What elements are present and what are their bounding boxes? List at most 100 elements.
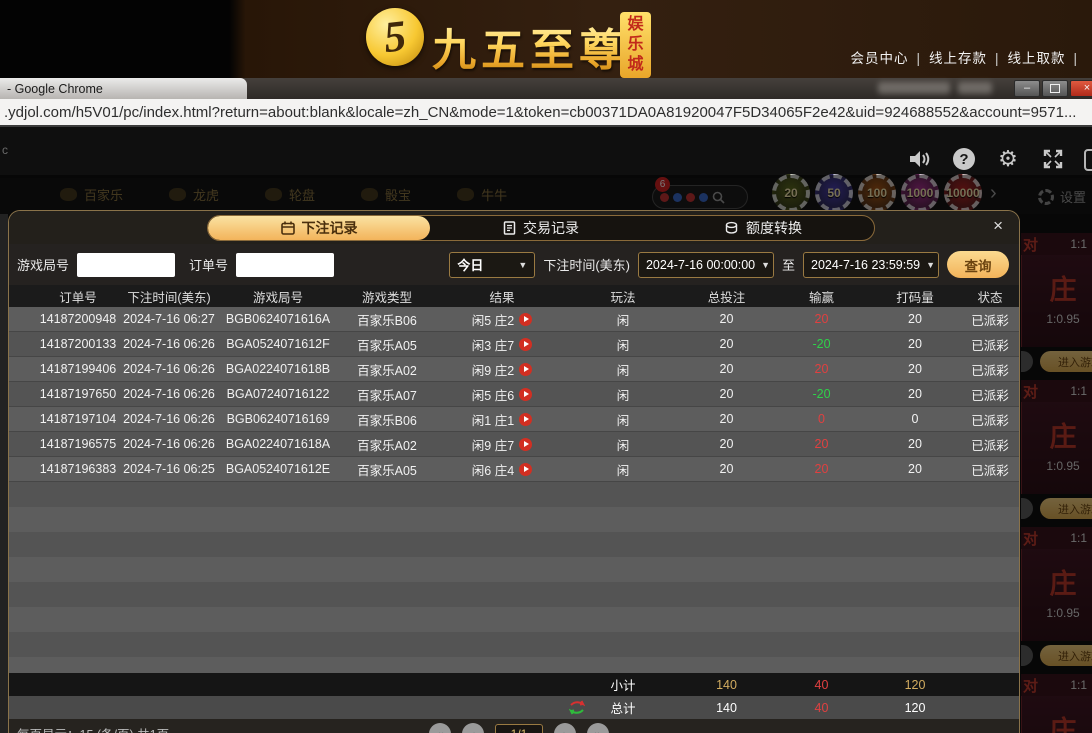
cell-play: 闲	[567, 360, 679, 379]
close-icon[interactable]: ×	[993, 217, 1003, 234]
col-game-type: 游戏类型	[337, 287, 437, 306]
range-selected-value: 今日	[457, 255, 483, 274]
link-member-center[interactable]: 会员中心	[850, 51, 908, 66]
cell-status: 已派彩	[961, 385, 1019, 404]
replay-icon[interactable]	[519, 313, 532, 326]
table-row[interactable]: 14187200948 2024-7-16 06:27 BGB062407161…	[9, 307, 1019, 332]
table-row[interactable]: 14187196383 2024-7-16 06:25 BGA052407161…	[9, 457, 1019, 482]
cell-win: 20	[774, 437, 869, 451]
replay-icon[interactable]	[519, 338, 532, 351]
cell-round: BGB06240716169	[219, 412, 337, 426]
to-label: 至	[782, 255, 795, 274]
total-bet: 140	[679, 701, 774, 715]
gear-icon[interactable]: ⚙	[996, 147, 1020, 171]
cell-time: 2024-7-16 06:26	[119, 337, 219, 351]
time-to-select[interactable]: 2024-7-16 23:59:59 ▼	[803, 252, 939, 278]
link-separator: |	[1073, 51, 1078, 66]
link-separator: |	[995, 51, 1000, 66]
address-bar[interactable]: .ydjol.com/h5V01/pc/index.html?return=ab…	[0, 99, 1092, 127]
speaker-icon[interactable]	[908, 147, 932, 171]
per-page-text: 每页显示：15 (条/页) 共1页	[17, 724, 169, 733]
cell-play: 闲	[567, 385, 679, 404]
refresh-swap-icon[interactable]	[569, 700, 585, 715]
replay-icon[interactable]	[519, 463, 532, 476]
cut-off-text: c	[2, 143, 8, 157]
page-indicator: 1/1	[495, 724, 543, 733]
time-to-value: 2024-7-16 23:59:59	[811, 258, 920, 272]
maximize-button[interactable]	[1042, 80, 1068, 97]
window-title: - Google Chrome	[0, 78, 247, 99]
fullscreen-icon[interactable]	[1041, 147, 1065, 171]
first-page-button[interactable]: «	[429, 723, 451, 733]
filter-row: 游戏局号 订单号 今日 ▼ 下注时间(美东) 2024-7-16 00:00:0…	[9, 244, 1019, 285]
cell-status: 已派彩	[961, 410, 1019, 429]
cell-round: BGB0624071616A	[219, 312, 337, 326]
cell-result: 闲9 庄2	[437, 360, 567, 379]
minimize-button[interactable]: –	[1014, 80, 1040, 97]
cell-play: 闲	[567, 335, 679, 354]
table-row[interactable]: 14187199406 2024-7-16 06:26 BGA022407161…	[9, 357, 1019, 382]
cell-bet: 20	[679, 387, 774, 401]
modal-tabs: 下注记录 交易记录 额度转换	[207, 215, 875, 241]
subtotal-row: 小计 140 40 120	[9, 673, 1019, 696]
link-deposit[interactable]: 线上存款	[929, 51, 987, 66]
cell-status: 已派彩	[961, 360, 1019, 379]
blurred-text	[878, 82, 950, 94]
subtotal-label: 小计	[567, 675, 679, 694]
total-win: 40	[774, 701, 869, 715]
replay-icon[interactable]	[519, 413, 532, 426]
calendar-icon	[281, 221, 295, 235]
order-no-input[interactable]	[236, 253, 334, 277]
logo-coin-number: 5	[382, 14, 408, 60]
col-game-round: 游戏局号	[219, 287, 337, 306]
time-from-select[interactable]: 2024-7-16 00:00:00 ▼	[638, 252, 774, 278]
result-text: 闲5 庄6	[472, 385, 514, 404]
cell-turnover: 20	[869, 337, 961, 351]
replay-icon[interactable]	[519, 363, 532, 376]
cell-play: 闲	[567, 460, 679, 479]
tab-bet-records[interactable]: 下注记录	[208, 216, 430, 240]
cell-turnover: 20	[869, 362, 961, 376]
pagination: « ‹ 1/1 › »	[429, 723, 609, 733]
maximize-icon	[1050, 84, 1060, 93]
link-separator: |	[916, 51, 921, 66]
replay-icon[interactable]	[519, 388, 532, 401]
cell-game: 百家乐A02	[337, 360, 437, 379]
link-withdraw[interactable]: 线上取款	[1007, 51, 1065, 66]
cell-play: 闲	[567, 310, 679, 329]
last-page-button[interactable]: »	[587, 723, 609, 733]
subtotal-turnover: 120	[869, 678, 961, 692]
cell-turnover: 0	[869, 412, 961, 426]
replay-icon[interactable]	[519, 438, 532, 451]
result-text: 闲5 庄2	[472, 310, 514, 329]
total-turnover: 120	[869, 701, 961, 715]
cell-win: -20	[774, 387, 869, 401]
close-window-button[interactable]: ×	[1070, 80, 1092, 97]
cell-game: 百家乐A05	[337, 460, 437, 479]
search-button[interactable]: 查询	[947, 251, 1009, 278]
col-win-loss: 输赢	[774, 287, 869, 306]
cell-order: 14187196383	[9, 462, 119, 476]
cell-time: 2024-7-16 06:26	[119, 387, 219, 401]
cell-round: BGA0224071618B	[219, 362, 337, 376]
tab-transaction-records[interactable]: 交易记录	[430, 216, 652, 240]
help-icon[interactable]: ?	[953, 148, 975, 170]
cell-order: 14187200133	[9, 337, 119, 351]
table-row[interactable]: 14187197104 2024-7-16 06:26 BGB062407161…	[9, 407, 1019, 432]
tab-quota-transfer[interactable]: 额度转换	[652, 216, 874, 240]
cell-order: 14187199406	[9, 362, 119, 376]
result-text: 闲1 庄1	[472, 410, 514, 429]
game-round-label: 游戏局号	[17, 255, 69, 274]
table-row[interactable]: 14187196575 2024-7-16 06:26 BGA022407161…	[9, 432, 1019, 457]
cell-round: BGA0524071612F	[219, 337, 337, 351]
table-row[interactable]: 14187197650 2024-7-16 06:26 BGA072407161…	[9, 382, 1019, 407]
prev-page-button[interactable]: ‹	[462, 723, 484, 733]
cell-time: 2024-7-16 06:25	[119, 462, 219, 476]
date-range-select[interactable]: 今日 ▼	[449, 252, 535, 278]
table-row[interactable]: 14187200133 2024-7-16 06:26 BGA052407161…	[9, 332, 1019, 357]
table-header: 订单号 下注时间(美东) 游戏局号 游戏类型 结果 玩法 总投注 输赢 打码量 …	[9, 285, 1019, 307]
next-page-button[interactable]: ›	[554, 723, 576, 733]
cell-win: 20	[774, 312, 869, 326]
game-round-input[interactable]	[77, 253, 175, 277]
col-result: 结果	[437, 287, 567, 306]
